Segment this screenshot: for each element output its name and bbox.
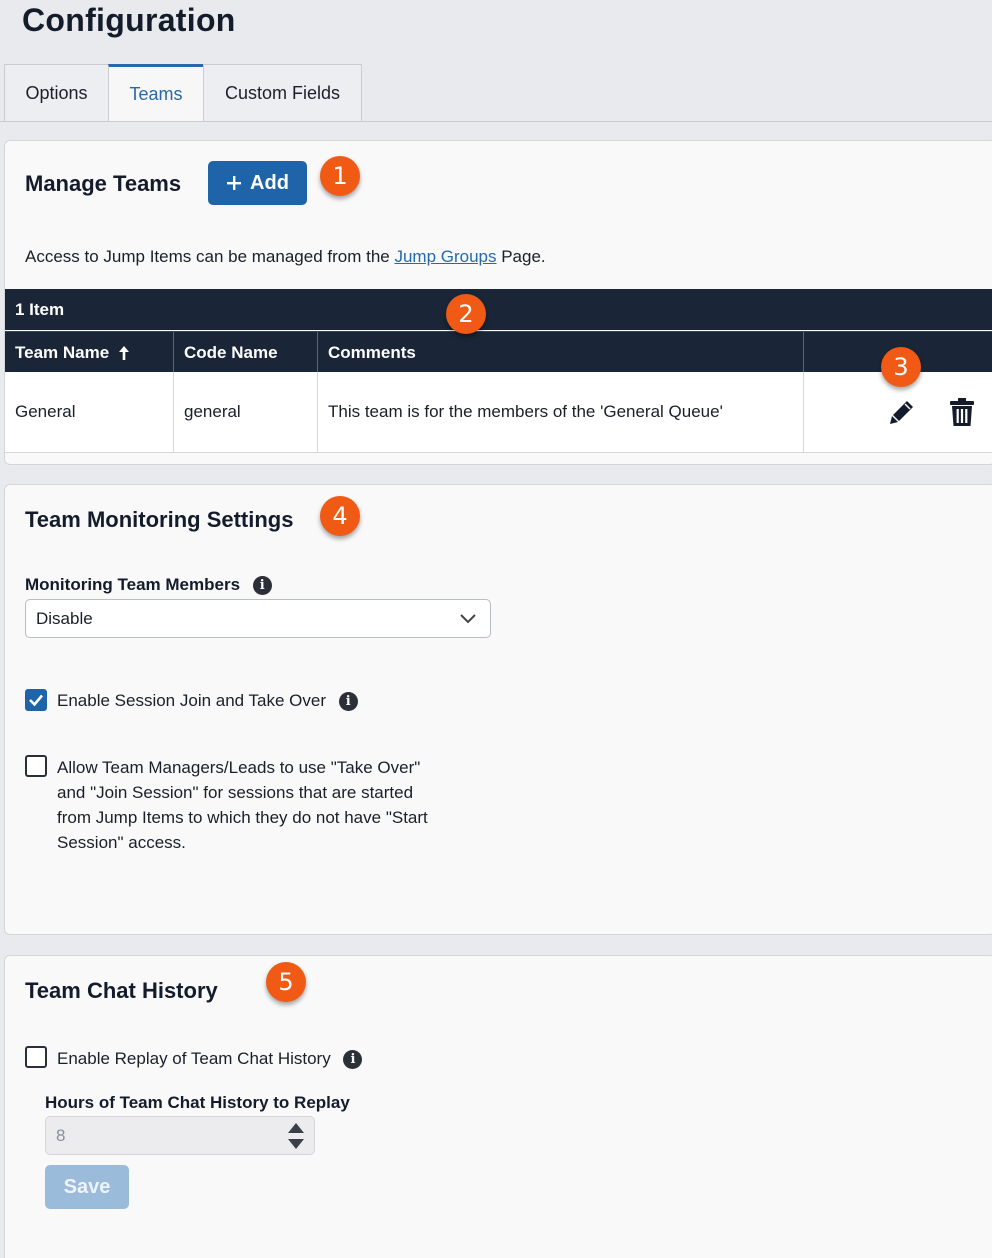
callout-badge-3: 3 bbox=[881, 347, 921, 387]
tab-bar: Options Teams Custom Fields bbox=[4, 64, 362, 122]
monitoring-team-members-label: Monitoring Team Members i bbox=[25, 575, 272, 596]
callout-badge-4: 4 bbox=[320, 496, 360, 536]
team-monitoring-panel: Team Monitoring Settings Monitoring Team… bbox=[4, 484, 992, 935]
select-value: Disable bbox=[36, 608, 93, 628]
enable-session-join-label: Enable Session Join and Take Over i bbox=[57, 688, 358, 713]
tab-options[interactable]: Options bbox=[4, 64, 109, 122]
info-icon[interactable]: i bbox=[252, 576, 272, 596]
page-title: Configuration bbox=[22, 2, 236, 38]
edit-team-button[interactable] bbox=[886, 396, 918, 428]
code-name-cell: general bbox=[174, 372, 318, 452]
hours-to-replay-input[interactable]: 8 bbox=[45, 1116, 315, 1155]
save-button[interactable]: Save bbox=[45, 1165, 129, 1209]
allow-leads-takeover-label: Allow Team Managers/Leads to use "Take O… bbox=[57, 758, 428, 852]
comments-cell: This team is for the members of the 'Gen… bbox=[318, 372, 804, 452]
manage-teams-panel: Manage Teams Add Access to Jump Items ca… bbox=[4, 140, 992, 465]
jump-groups-info: Access to Jump Items can be managed from… bbox=[25, 247, 546, 266]
column-code-name[interactable]: Code Name bbox=[174, 332, 318, 373]
callout-badge-1: 1 bbox=[320, 156, 360, 196]
tab-teams[interactable]: Teams bbox=[108, 64, 204, 122]
hours-value: 8 bbox=[56, 1125, 66, 1145]
delete-team-button[interactable] bbox=[946, 396, 978, 428]
column-comments[interactable]: Comments bbox=[318, 332, 804, 373]
team-chat-history-panel: Team Chat History Enable Replay of Team … bbox=[4, 955, 992, 1258]
info-icon[interactable]: i bbox=[343, 1050, 363, 1070]
table-row: General general This team is for the mem… bbox=[5, 372, 992, 453]
enable-session-join-checkbox[interactable] bbox=[25, 689, 47, 711]
enable-chat-replay-label: Enable Replay of Team Chat History i bbox=[57, 1046, 363, 1071]
tab-divider bbox=[0, 121, 992, 122]
team-chat-history-title: Team Chat History bbox=[25, 978, 218, 1003]
checkmark-icon bbox=[29, 694, 43, 707]
spinner-arrows-icon[interactable] bbox=[287, 1121, 305, 1151]
column-team-name[interactable]: Team Name bbox=[5, 332, 174, 373]
table-header: Team Name Code Name Comments bbox=[5, 331, 992, 373]
info-icon[interactable]: i bbox=[338, 692, 358, 712]
manage-teams-title: Manage Teams bbox=[25, 171, 182, 196]
callout-badge-2: 2 bbox=[446, 294, 486, 334]
sort-ascending-icon bbox=[119, 345, 130, 360]
callout-badge-5: 5 bbox=[266, 962, 306, 1002]
tab-custom-fields[interactable]: Custom Fields bbox=[203, 64, 362, 122]
plus-icon bbox=[227, 176, 242, 190]
add-team-button[interactable]: Add bbox=[208, 161, 307, 205]
add-button-label: Add bbox=[250, 171, 289, 194]
allow-leads-takeover-checkbox[interactable] bbox=[25, 755, 47, 777]
chevron-down-icon bbox=[460, 614, 476, 624]
jump-groups-link[interactable]: Jump Groups bbox=[394, 247, 496, 266]
pencil-icon bbox=[890, 401, 913, 424]
monitoring-team-members-select[interactable]: Disable bbox=[25, 599, 491, 638]
team-name-cell: General bbox=[5, 372, 174, 452]
enable-chat-replay-checkbox[interactable] bbox=[25, 1046, 47, 1068]
table-item-count: 1 Item bbox=[5, 289, 992, 330]
hours-to-replay-label: Hours of Team Chat History to Replay bbox=[45, 1093, 350, 1112]
team-monitoring-title: Team Monitoring Settings bbox=[25, 507, 294, 532]
trash-icon bbox=[950, 398, 974, 426]
